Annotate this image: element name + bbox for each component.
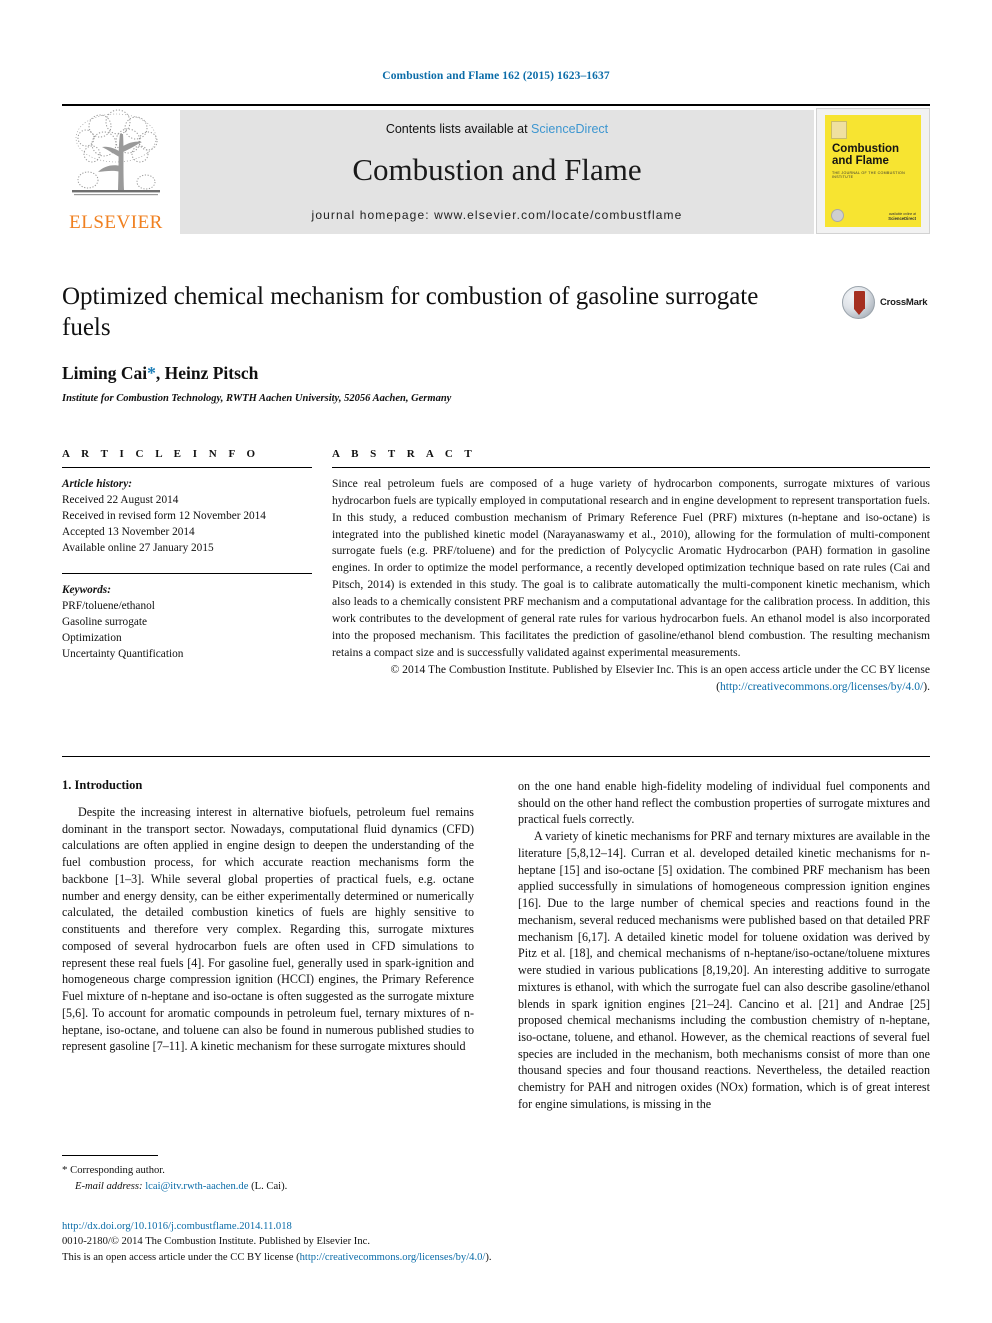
footnote-block: * Corresponding author. E-mail address: … bbox=[62, 1155, 474, 1195]
cover-subtitle: THE JOURNAL OF THE COMBUSTION INSTITUTE bbox=[832, 171, 905, 179]
article-history-group: Article history: Received 22 August 2014… bbox=[62, 476, 312, 556]
affiliation: Institute for Combustion Technology, RWT… bbox=[62, 393, 452, 404]
crossmark-badge[interactable]: CrossMark bbox=[842, 286, 930, 320]
paragraph: A variety of kinetic mechanisms for PRF … bbox=[518, 829, 930, 1111]
abstract-rule bbox=[332, 467, 930, 468]
email-owner: (L. Cai). bbox=[251, 1181, 288, 1193]
keyword-item: Uncertainty Quantification bbox=[62, 648, 184, 661]
history-item: Received 22 August 2014 bbox=[62, 494, 179, 507]
abstract-body: Since real petroleum fuels are composed … bbox=[332, 477, 930, 659]
cover-footer-bottom: ScienceDirect bbox=[888, 216, 916, 222]
corresponding-author-marker: * bbox=[147, 363, 156, 383]
cover-emblem-icon bbox=[831, 121, 847, 139]
abstract-copyright: © 2014 The Combustion Institute. Publish… bbox=[332, 662, 930, 696]
paragraph: Despite the increasing interest in alter… bbox=[62, 805, 474, 1054]
body-column-right: on the one hand enable high-fidelity mod… bbox=[518, 778, 930, 1113]
title-block: Optimized chemical mechanism for combust… bbox=[62, 282, 930, 404]
crossmark-bookmark-icon bbox=[854, 291, 865, 315]
abstract-bottom-rule bbox=[62, 756, 930, 758]
journal-banner: Contents lists available at ScienceDirec… bbox=[180, 110, 814, 234]
keywords-group: Keywords: PRF/toluene/ethanol Gasoline s… bbox=[62, 582, 312, 662]
elsevier-wordmark: ELSEVIER bbox=[69, 212, 163, 233]
contents-lists-line: Contents lists available at ScienceDirec… bbox=[180, 122, 814, 136]
journal-homepage-line[interactable]: journal homepage: www.elsevier.com/locat… bbox=[180, 208, 814, 222]
copyright-tail: ). bbox=[923, 680, 930, 694]
license-tail: ). bbox=[485, 1251, 492, 1263]
corresponding-author-text: Corresponding author. bbox=[70, 1165, 165, 1177]
masthead-top-rule bbox=[62, 104, 930, 106]
author-primary: Liming Cai bbox=[62, 363, 148, 383]
sciencedirect-link[interactable]: ScienceDirect bbox=[531, 122, 608, 136]
keyword-item: Gasoline surrogate bbox=[62, 616, 148, 629]
cover-footer-top: available online at bbox=[888, 211, 916, 216]
footnote-rule bbox=[62, 1155, 158, 1157]
doi-link[interactable]: http://dx.doi.org/10.1016/j.combustflame… bbox=[62, 1219, 762, 1234]
license-prefix: This is an open access article under the… bbox=[62, 1251, 300, 1263]
history-item: Available online 27 January 2015 bbox=[62, 542, 214, 555]
cover-seal-icon bbox=[831, 209, 844, 222]
cover-footer: available online at ScienceDirect bbox=[868, 212, 916, 222]
crossmark-label: CrossMark bbox=[880, 297, 928, 308]
elsevier-tree-icon bbox=[72, 109, 160, 196]
history-item: Accepted 13 November 2014 bbox=[62, 526, 195, 539]
elsevier-logo: ELSEVIER bbox=[62, 108, 170, 234]
article-history-label: Article history: bbox=[62, 478, 132, 490]
running-head: Combustion and Flame 162 (2015) 1623–163… bbox=[382, 70, 610, 82]
page-title: Optimized chemical mechanism for combust… bbox=[62, 283, 759, 341]
journal-cover-thumbnail[interactable]: Combustion and Flame THE JOURNAL OF THE … bbox=[816, 108, 930, 234]
footnote-star-marker: * bbox=[62, 1164, 68, 1177]
license-line: This is an open access article under the… bbox=[62, 1250, 762, 1265]
cc-license-link[interactable]: http://creativecommons.org/licenses/by/4… bbox=[720, 680, 923, 693]
contents-prefix: Contents lists available at bbox=[385, 122, 532, 136]
paragraph: on the one hand enable high-fidelity mod… bbox=[518, 779, 930, 827]
abstract-column: A B S T R A C T Since real petroleum fue… bbox=[332, 448, 930, 696]
journal-title: Combustion and Flame bbox=[352, 152, 642, 187]
email-note: E-mail address: lcai@itv.rwth-aachen.de … bbox=[62, 1179, 474, 1194]
article-info-rule bbox=[62, 467, 312, 468]
abstract-heading: A B S T R A C T bbox=[332, 448, 477, 460]
history-item: Received in revised form 12 November 201… bbox=[62, 510, 266, 523]
author-secondary: , Heinz Pitsch bbox=[155, 363, 259, 383]
keyword-item: Optimization bbox=[62, 632, 122, 645]
cover-title: Combustion and Flame bbox=[832, 143, 900, 168]
keyword-item: PRF/toluene/ethanol bbox=[62, 600, 155, 613]
author-list: Liming Cai*, Heinz Pitsch bbox=[62, 363, 930, 384]
colophon: http://dx.doi.org/10.1016/j.combustflame… bbox=[62, 1219, 762, 1265]
keywords-label: Keywords: bbox=[62, 584, 111, 597]
keywords-rule bbox=[62, 573, 312, 575]
article-info-heading: A R T I C L E I N F O bbox=[62, 448, 260, 460]
crossmark-icon bbox=[842, 286, 875, 319]
email-label: E-mail address: bbox=[75, 1181, 143, 1193]
journal-cover-art: Combustion and Flame THE JOURNAL OF THE … bbox=[825, 115, 921, 227]
journal-article-page: Combustion and Flame 162 (2015) 1623–163… bbox=[0, 0, 992, 1323]
body-column-left: 1. Introduction Despite the increasing i… bbox=[62, 778, 474, 1055]
corresponding-author-note: * Corresponding author. bbox=[62, 1163, 474, 1179]
section-heading-introduction: 1. Introduction bbox=[62, 778, 143, 792]
article-info-column: A R T I C L E I N F O Article history: R… bbox=[62, 448, 312, 662]
license-link[interactable]: http://creativecommons.org/licenses/by/4… bbox=[300, 1252, 486, 1263]
journal-masthead: ELSEVIER Contents lists available at Sci… bbox=[62, 104, 930, 234]
issn-copyright-line: 0010-2180/© 2014 The Combustion Institut… bbox=[62, 1236, 370, 1248]
email-link[interactable]: lcai@itv.rwth-aachen.de bbox=[145, 1181, 248, 1192]
